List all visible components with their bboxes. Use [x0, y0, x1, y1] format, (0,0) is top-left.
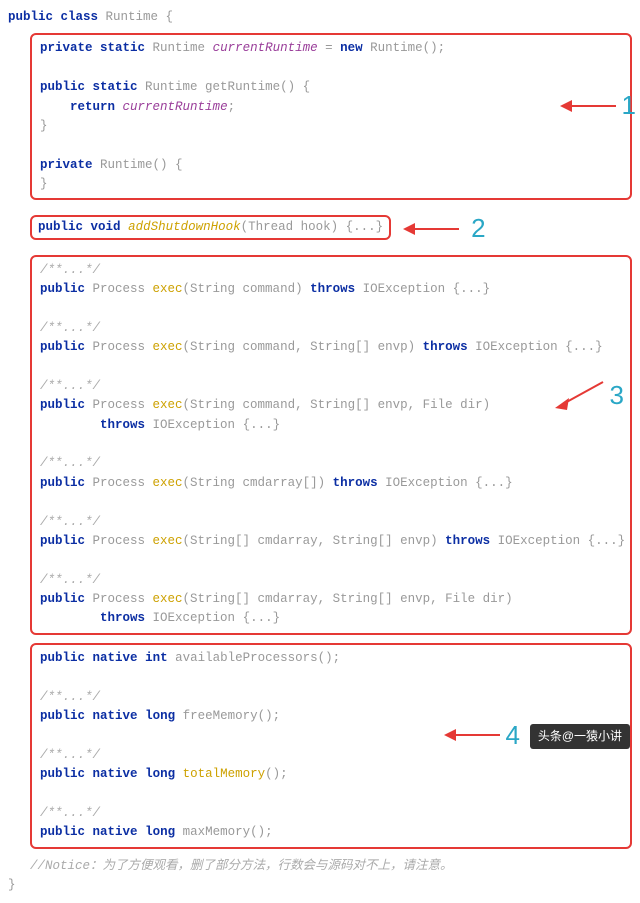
watermark: 头条@一猿小讲 [530, 724, 630, 749]
notice-comment: //Notice：为了方便观看，删了部分方法，行数会与源码对不上，请注意。 [30, 857, 632, 876]
code-line: public Process exec(String command, Stri… [40, 396, 628, 415]
blank-line [40, 551, 628, 570]
code-box-2: public void addShutdownHook(Thread hook)… [30, 215, 391, 240]
arrow-icon [442, 725, 502, 745]
closing-brace: } [8, 876, 632, 895]
code-line: public Process exec(String cmdarray[]) t… [40, 474, 628, 493]
code-line: public Process exec(String[] cmdarray, S… [40, 532, 628, 551]
code-box-1: private static Runtime currentRuntime = … [30, 33, 632, 200]
code-line: throws IOException {...} [40, 609, 628, 628]
annotation-number-3: 3 [610, 375, 624, 415]
comment-line: /**...*/ [40, 571, 628, 590]
blank-line [40, 493, 628, 512]
blank-line [40, 136, 622, 155]
code-line: public native long totalMemory(); [40, 765, 622, 784]
code-line: private static Runtime currentRuntime = … [40, 39, 622, 58]
blank-line [40, 668, 622, 687]
comment-line: /**...*/ [40, 804, 622, 823]
blank-line [40, 435, 628, 454]
comment-line: /**...*/ [40, 261, 628, 280]
code-line: public Process exec(String[] cmdarray, S… [40, 590, 628, 609]
comment-line: /**...*/ [40, 513, 628, 532]
code-line: public native long maxMemory(); [40, 823, 622, 842]
arrow-icon [558, 96, 618, 116]
blank-line [40, 358, 628, 377]
code-line: } [40, 117, 622, 136]
code-line: private Runtime() { [40, 156, 622, 175]
code-box-3: /**...*/ public Process exec(String comm… [30, 255, 632, 635]
code-line: public static Runtime getRuntime() { [40, 78, 622, 97]
code-line: public Process exec(String command, Stri… [40, 338, 628, 357]
class-declaration: public class Runtime { [8, 8, 632, 27]
code-line: public native int availableProcessors(); [40, 649, 622, 668]
annotation-number-4: 4 [506, 715, 520, 755]
code-line: throws IOException {...} [40, 416, 628, 435]
blank-line [40, 784, 622, 803]
arrow-icon [551, 378, 606, 412]
code-line: public native long freeMemory(); [40, 707, 622, 726]
comment-line: /**...*/ [40, 377, 628, 396]
code-line: } [40, 175, 622, 194]
code-line: public Process exec(String command) thro… [40, 280, 628, 299]
annotation-number-1: 1 [622, 85, 636, 125]
code-line: public void addShutdownHook(Thread hook)… [38, 220, 383, 234]
comment-line: /**...*/ [40, 319, 628, 338]
annotation-number-2: 2 [471, 208, 485, 248]
arrow-icon [401, 219, 461, 239]
blank-line [40, 299, 628, 318]
comment-line: /**...*/ [40, 454, 628, 473]
code-line: return currentRuntime; [40, 98, 622, 117]
comment-line: /**...*/ [40, 688, 622, 707]
blank-line [40, 59, 622, 78]
